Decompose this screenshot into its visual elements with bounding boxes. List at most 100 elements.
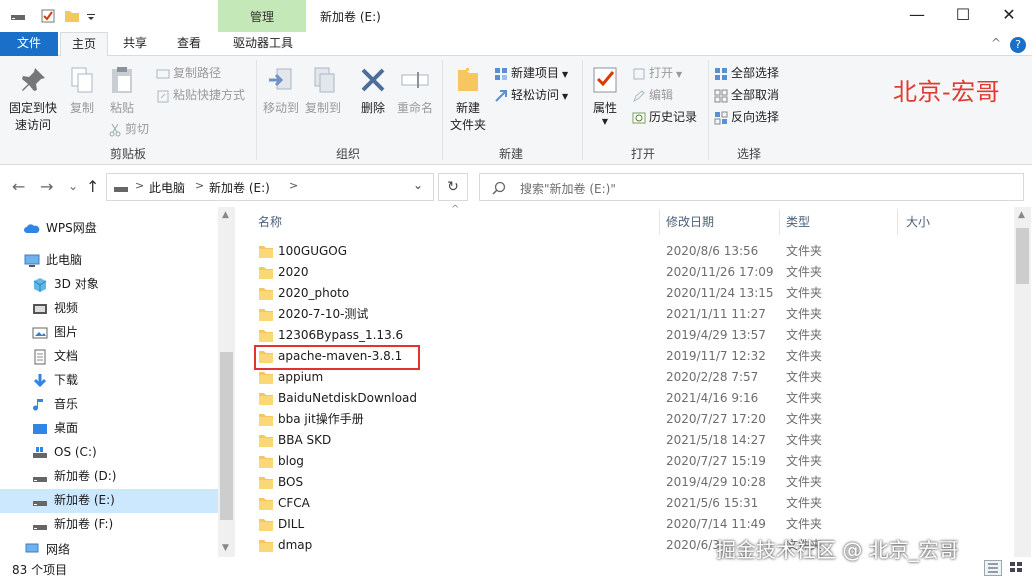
new-folder-icon[interactable]	[64, 8, 80, 24]
tab-home[interactable]: 主页	[60, 32, 108, 57]
annotation-highlight-box	[254, 345, 420, 370]
select-none-button[interactable]: 全部取消	[714, 86, 779, 104]
details-view-button[interactable]	[984, 560, 1002, 576]
properties-button[interactable]: 属性 ▼	[586, 64, 624, 127]
cube-icon	[33, 277, 47, 292]
pin-label-1: 固定到快	[8, 101, 57, 115]
new-folder-button[interactable]: 新建 文件夹	[446, 64, 490, 134]
nav-item-drive-f[interactable]: 新加卷 (F:)	[32, 512, 113, 536]
nav-item-drive-e[interactable]: 新加卷 (E:)	[32, 488, 115, 512]
collapse-ribbon-icon[interactable]: ^	[986, 32, 1006, 56]
column-header-date[interactable]: 修改日期	[666, 209, 714, 235]
invert-selection-button[interactable]: 反向选择	[714, 108, 779, 126]
file-row[interactable]: 2020_photo 2020/11/24 13:15 文件夹	[254, 283, 1014, 304]
nav-item-desktop[interactable]: 桌面	[32, 416, 78, 440]
column-separator[interactable]	[779, 209, 780, 235]
filelist-scrollbar-thumb[interactable]	[1016, 228, 1029, 284]
navpane-scrollbar-thumb[interactable]	[220, 352, 233, 520]
help-icon[interactable]: ?	[1010, 37, 1026, 53]
tab-share[interactable]: 共享	[112, 32, 158, 56]
nav-item-3d-objects[interactable]: 3D 对象	[32, 272, 99, 296]
edit-button[interactable]: 编辑	[632, 86, 673, 104]
column-separator[interactable]	[659, 209, 660, 235]
copy-to-button[interactable]: 复制到	[302, 64, 344, 117]
file-row[interactable]: 2020-7-10-测试 2021/1/11 11:27 文件夹	[254, 304, 1014, 325]
column-separator[interactable]	[897, 209, 898, 235]
file-row[interactable]: BBA SKD 2021/5/18 14:27 文件夹	[254, 430, 1014, 451]
file-type: 文件夹	[786, 496, 823, 510]
file-row[interactable]: BOS 2019/4/29 10:28 文件夹	[254, 472, 1014, 493]
file-row[interactable]: blog 2020/7/27 15:19 文件夹	[254, 451, 1014, 472]
file-row[interactable]: 12306Bypass_1.13.6 2019/4/29 13:57 文件夹	[254, 325, 1014, 346]
scroll-up-icon[interactable]: ▲	[222, 210, 229, 220]
paste-shortcut-button[interactable]: 粘贴快捷方式	[156, 86, 245, 104]
select-all-button[interactable]: 全部选择	[714, 64, 779, 82]
dropdown-arrow-icon: ▼	[676, 70, 683, 79]
file-name: BaiduNetdiskDownload	[278, 391, 418, 405]
tab-file[interactable]: 文件	[0, 32, 58, 56]
minimize-button[interactable]: —	[894, 0, 940, 32]
refresh-button[interactable]: ↻	[438, 173, 468, 201]
nav-item-downloads[interactable]: 下载	[32, 368, 78, 392]
back-button[interactable]: ←	[12, 177, 25, 196]
nav-item-documents[interactable]: 文档	[32, 344, 78, 368]
scroll-up-icon[interactable]: ▲	[1018, 210, 1025, 220]
cloud-icon	[24, 223, 40, 233]
file-row[interactable]: BaiduNetdiskDownload 2021/4/16 9:16 文件夹	[254, 388, 1014, 409]
paste-button[interactable]: 粘贴	[102, 64, 142, 117]
folder-icon	[259, 519, 273, 531]
cut-label: 剪切	[125, 122, 150, 136]
delete-button[interactable]: 删除	[354, 64, 392, 117]
pin-to-quick-access-button[interactable]: 固定到快 速访问	[4, 64, 62, 134]
properties-icon[interactable]	[40, 8, 56, 24]
easy-access-button[interactable]: 轻松访问 ▼	[494, 86, 568, 104]
file-name: dmap	[278, 538, 313, 552]
file-row[interactable]: 100GUGOG 2020/8/6 13:56 文件夹	[254, 241, 1014, 262]
breadcrumb-drive-e[interactable]: 新加卷 (E:)	[209, 179, 270, 196]
tab-view[interactable]: 查看	[166, 32, 212, 56]
search-input[interactable]: 搜索"新加卷 (E:)"	[479, 173, 1024, 201]
picture-icon	[32, 327, 48, 338]
maximize-button[interactable]: ☐	[940, 0, 986, 32]
up-button[interactable]: ↑	[86, 177, 99, 196]
column-header-name[interactable]: 名称	[258, 209, 282, 235]
tab-drive-tools[interactable]: 驱动器工具	[220, 32, 306, 56]
copy-path-button[interactable]: 复制路径	[156, 64, 221, 82]
file-row[interactable]: appium 2020/2/28 7:57 文件夹	[254, 367, 1014, 388]
nav-item-drive-d[interactable]: 新加卷 (D:)	[32, 464, 116, 488]
scroll-down-icon[interactable]: ▼	[222, 543, 229, 553]
address-bar[interactable]: > 此电脑 > 新加卷 (E:) > ⌄	[106, 173, 434, 201]
new-group-label: 新建	[498, 147, 523, 161]
file-row[interactable]: bba jit操作手册 2020/7/27 17:20 文件夹	[254, 409, 1014, 430]
close-button[interactable]: ✕	[986, 0, 1032, 32]
column-header-type[interactable]: 类型	[786, 209, 810, 235]
nav-item-wps-cloud[interactable]: WPS网盘	[24, 216, 97, 240]
column-header-size[interactable]: 大小	[906, 209, 930, 235]
nav-item-network[interactable]: 网络	[24, 542, 70, 556]
recent-locations-button[interactable]: ⌄	[68, 179, 78, 193]
nav-item-drive-c[interactable]: OS (C:)	[32, 440, 97, 464]
nav-item-this-pc[interactable]: 此电脑	[24, 248, 82, 272]
file-row[interactable]: 2020 2020/11/26 17:09 文件夹	[254, 262, 1014, 283]
tab-manage[interactable]: 管理	[218, 0, 306, 32]
breadcrumb-this-pc[interactable]: 此电脑	[149, 179, 185, 196]
nav-item-videos[interactable]: 视频	[32, 296, 78, 320]
cut-button[interactable]: 剪切	[108, 120, 149, 138]
nav-item-music[interactable]: 音乐	[32, 392, 78, 416]
forward-button[interactable]: →	[40, 177, 53, 196]
customize-quick-access-icon[interactable]	[86, 8, 96, 24]
new-item-button[interactable]: 新建项目 ▼	[494, 64, 568, 82]
address-dropdown-icon[interactable]: ⌄	[413, 178, 423, 192]
file-row[interactable]: CFCA 2021/5/6 15:31 文件夹	[254, 493, 1014, 514]
file-row[interactable]: DILL 2020/7/14 11:49 文件夹	[254, 514, 1014, 535]
nav-item-pictures[interactable]: 图片	[32, 320, 78, 344]
move-to-button[interactable]: 移动到	[260, 64, 302, 117]
rename-button[interactable]: 重命名	[394, 64, 436, 117]
folder-icon	[259, 267, 273, 279]
desktop-icon	[33, 423, 47, 434]
history-button[interactable]: 历史记录	[632, 108, 697, 126]
copy-path-label: 复制路径	[173, 66, 222, 80]
large-icons-view-button[interactable]	[1008, 560, 1026, 576]
copy-button[interactable]: 复制	[62, 64, 102, 117]
open-button[interactable]: 打开 ▼	[632, 64, 682, 82]
